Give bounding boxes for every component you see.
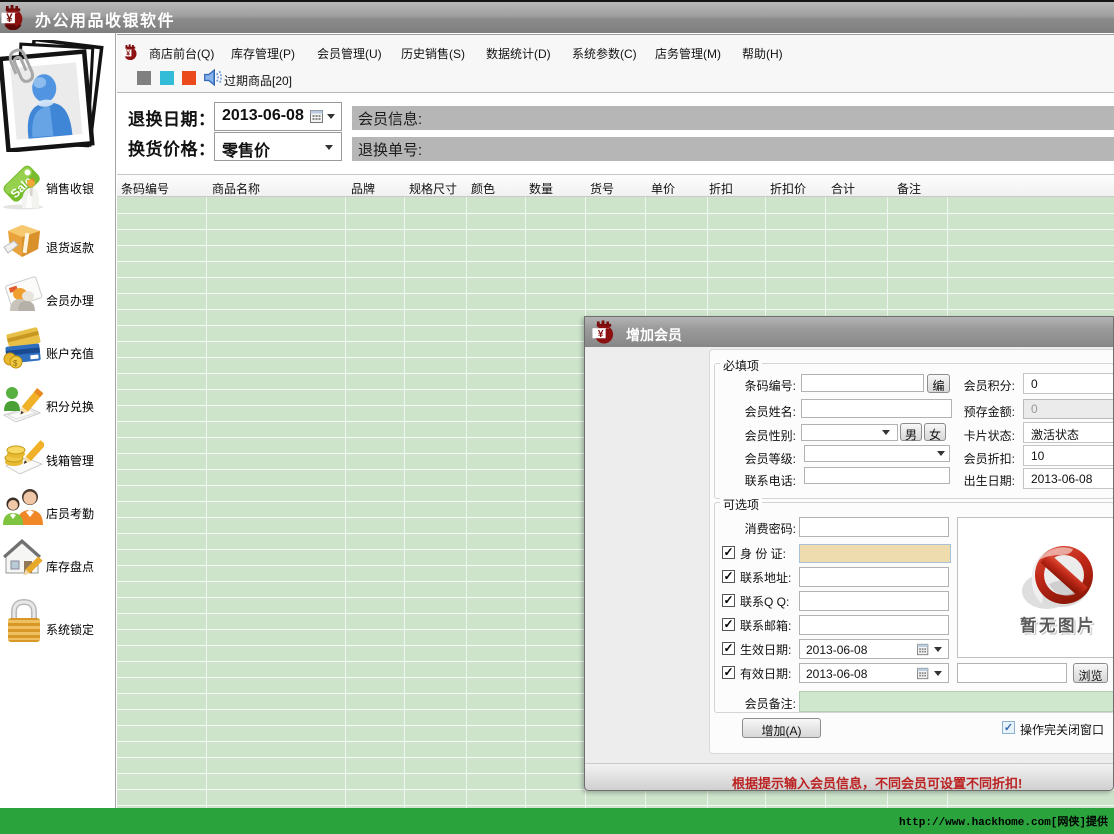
svg-text:$: $: [13, 359, 18, 368]
svg-text:¥: ¥: [126, 48, 130, 57]
svg-text:¥: ¥: [6, 13, 13, 25]
svg-text:¥: ¥: [598, 328, 604, 340]
